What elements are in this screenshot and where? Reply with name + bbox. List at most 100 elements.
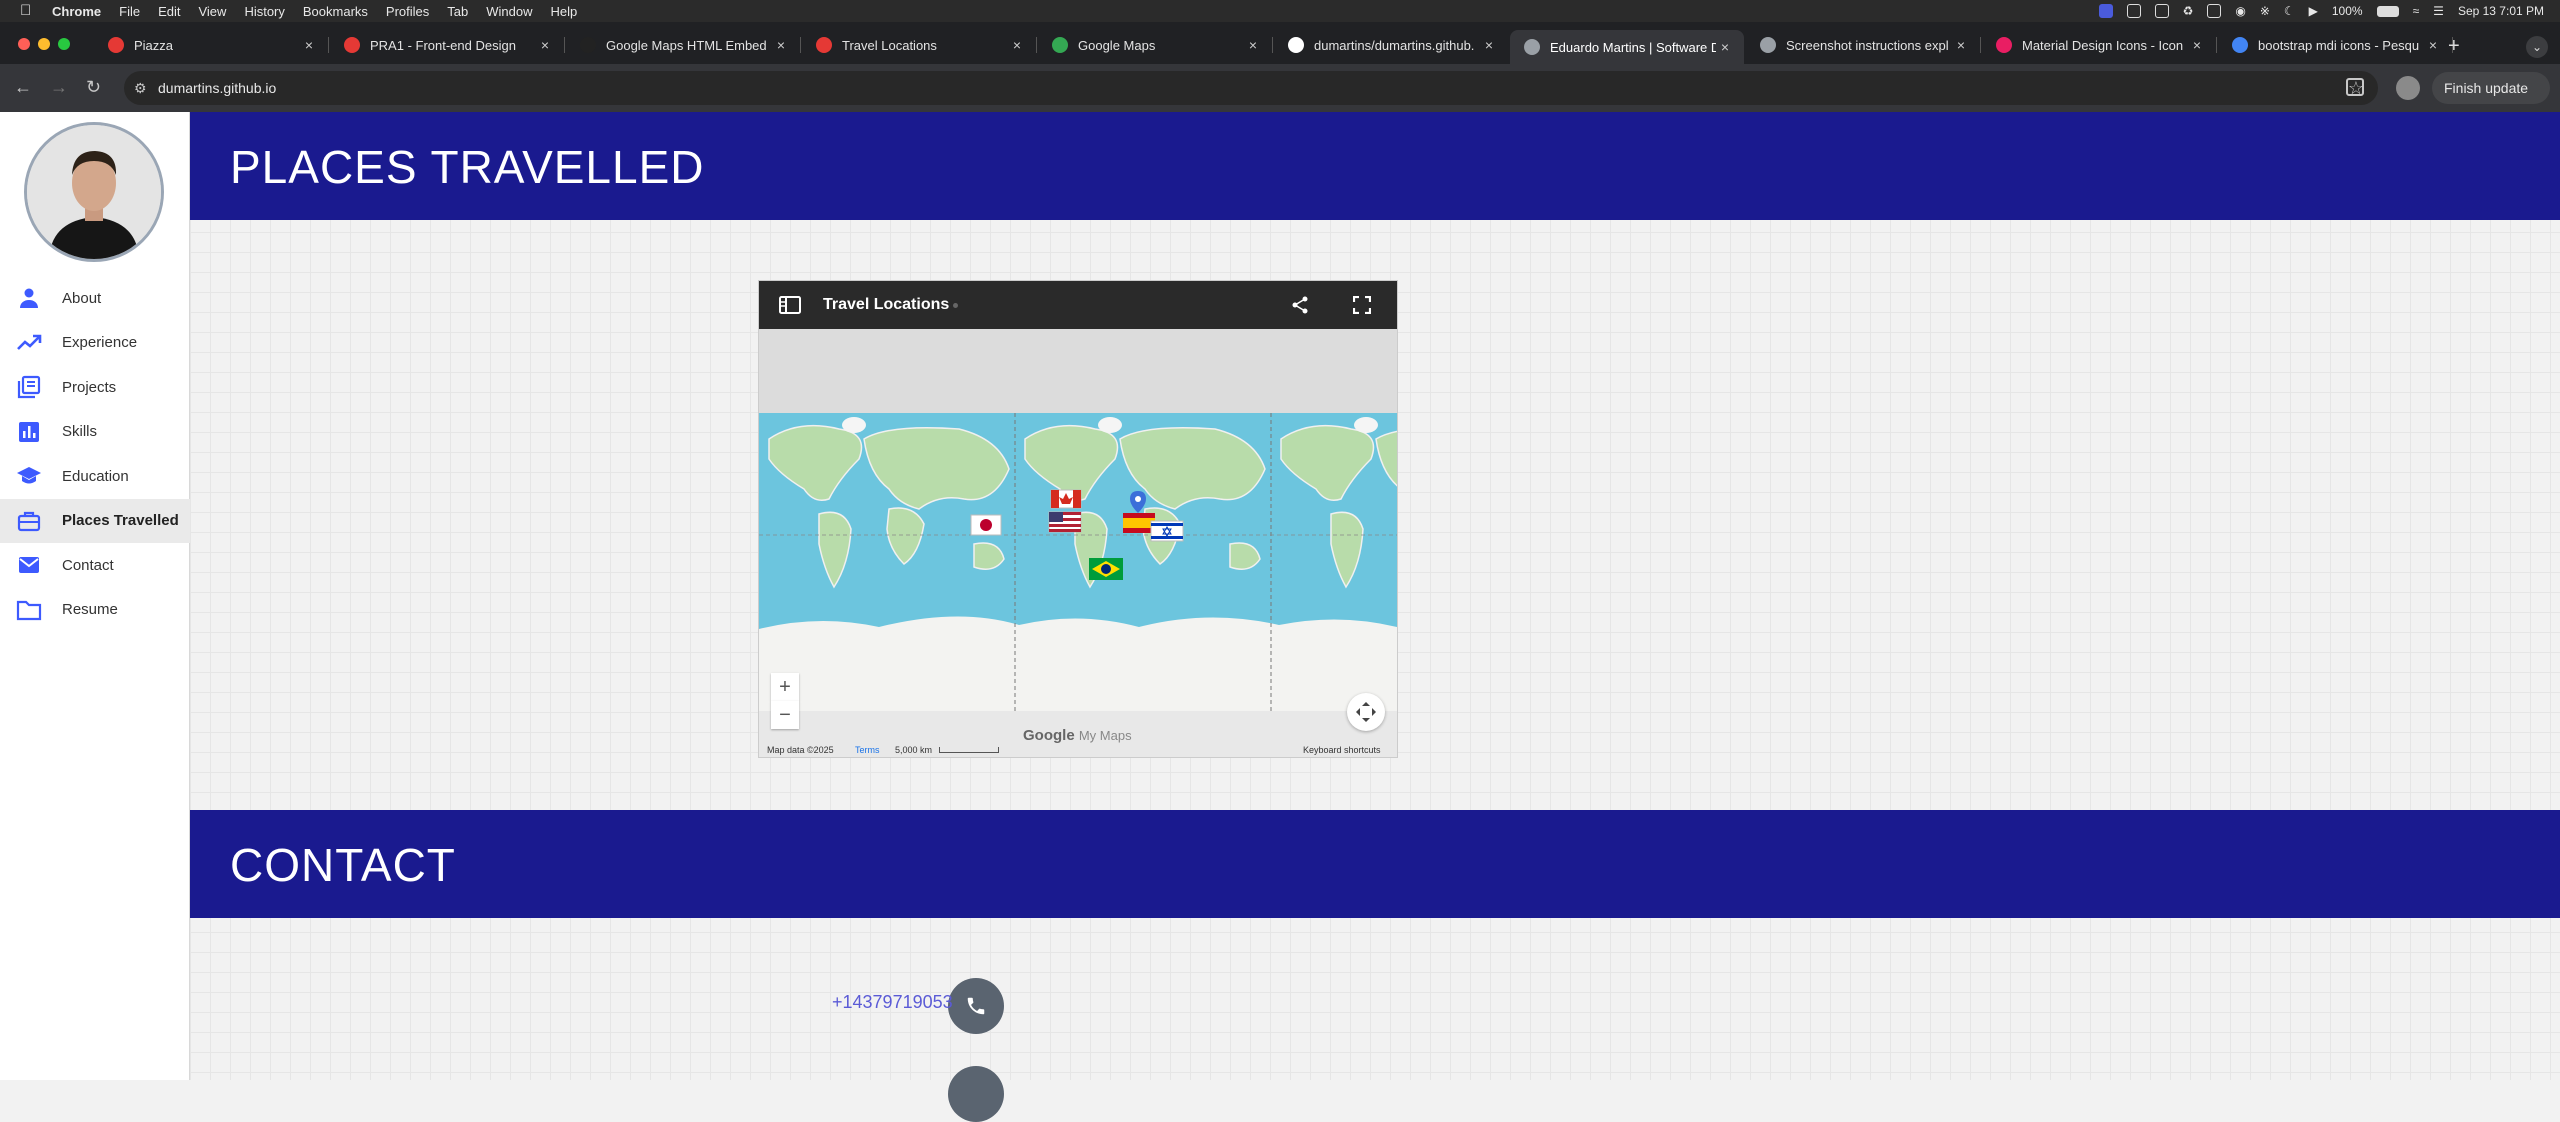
menu-edit[interactable]: Edit — [158, 4, 180, 19]
tab-title: dumartins/dumartins.github. — [1314, 37, 1475, 53]
browser-tab[interactable]: Google Maps HTML Embed × — [566, 30, 801, 60]
browser-tab[interactable]: Screenshot instructions expl × — [1746, 30, 1981, 60]
menu-app-name[interactable]: Chrome — [52, 4, 101, 19]
status-symbol-icon[interactable]: ♻ — [2183, 4, 2194, 18]
airdrop-icon[interactable]: ◉ — [2235, 4, 2245, 18]
tab-close-icon[interactable]: × — [2188, 37, 2206, 53]
browser-tab[interactable]: Google Maps × — [1038, 30, 1273, 60]
marker-spain-flag[interactable] — [1123, 513, 1155, 533]
map-scale-label: 5,000 km — [895, 745, 933, 755]
card-icon[interactable] — [2207, 4, 2222, 18]
minimize-window-button[interactable] — [38, 38, 50, 50]
tab-close-icon[interactable]: × — [1716, 39, 1734, 55]
close-window-button[interactable] — [18, 38, 30, 50]
map-embed[interactable]: Travel Locations + − Google My Maps Map … — [758, 280, 1522, 758]
zoom-out-button[interactable]: − — [771, 701, 799, 729]
browser-tab[interactable]: Piazza × — [94, 30, 329, 60]
back-arrow-icon[interactable]: ← — [14, 78, 32, 96]
browser-tab[interactable]: Eduardo Martins | Software D × — [1510, 30, 1744, 64]
address-bar-url[interactable]: dumartins.github.io — [158, 80, 276, 96]
moon-icon[interactable]: ☾ — [2284, 4, 2295, 18]
clock[interactable]: Sep 13 7:01 PM — [2458, 4, 2544, 18]
recenter-button[interactable] — [1347, 693, 1385, 731]
menu-view[interactable]: View — [198, 4, 226, 19]
tab-close-icon[interactable]: × — [1952, 37, 1970, 53]
marker-japan-flag[interactable] — [970, 514, 1002, 536]
bar-chart-icon — [16, 419, 42, 445]
notion-icon[interactable] — [2154, 4, 2169, 18]
profile-avatar[interactable] — [2396, 76, 2420, 100]
browser-tab[interactable]: Travel Locations × — [802, 30, 1037, 60]
sidebar-item-resume[interactable]: Resume — [0, 588, 190, 632]
menu-profiles[interactable]: Profiles — [386, 4, 429, 19]
tab-favicon-icon — [1524, 39, 1540, 55]
zoom-window-button[interactable] — [58, 38, 70, 50]
menu-tab[interactable]: Tab — [447, 4, 468, 19]
sidebar-item-education[interactable]: Education — [0, 454, 190, 498]
marker-usa-flag[interactable] — [1048, 511, 1082, 533]
map-legend-toggle-icon[interactable] — [779, 296, 801, 314]
bluetooth-icon[interactable]: ※ — [2260, 4, 2270, 18]
menu-window[interactable]: Window — [486, 4, 532, 19]
sidebar-item-contact[interactable]: Contact — [0, 543, 190, 587]
share-icon[interactable] — [1291, 296, 1309, 314]
phone-button[interactable] — [948, 978, 1004, 1034]
marker-israel-flag[interactable] — [1150, 520, 1184, 542]
sidebar-item-projects[interactable]: Projects — [0, 365, 190, 409]
fullscreen-icon[interactable] — [1353, 296, 1371, 314]
browser-tab[interactable]: PRA1 - Front-end Design × — [330, 30, 565, 60]
map-title[interactable]: Travel Locations — [823, 296, 949, 314]
tab-close-icon[interactable]: × — [300, 37, 318, 53]
browser-tab[interactable]: bootstrap mdi icons - Pesqu × — [2218, 30, 2453, 60]
sidebar-item-experience[interactable]: Experience — [0, 321, 190, 365]
person-icon — [16, 285, 42, 311]
wifi-icon[interactable]: ≈ — [2413, 4, 2420, 18]
terms-link[interactable]: Terms — [855, 745, 880, 755]
extensions-icon[interactable] — [2346, 78, 2364, 96]
my-maps-logo-text: My Maps — [1078, 728, 1132, 743]
tab-favicon-icon — [2232, 37, 2248, 53]
control-center-icon[interactable]: ☰ — [2433, 4, 2444, 18]
menu-help[interactable]: Help — [551, 4, 578, 19]
finish-update-button[interactable]: Finish update ⋮ — [2432, 72, 2550, 128]
new-tab-button[interactable]: + — [2448, 36, 2460, 56]
sidebar-item-skills[interactable]: Skills — [0, 410, 190, 454]
second-contact-button[interactable] — [948, 1066, 1004, 1122]
tab-close-icon[interactable]: × — [1244, 37, 1262, 53]
tab-close-icon[interactable]: × — [536, 37, 554, 53]
battery-icon[interactable] — [2376, 5, 2399, 17]
menu-bookmarks[interactable]: Bookmarks — [303, 4, 368, 19]
tab-separator — [564, 37, 565, 53]
play-icon[interactable]: ▶ — [2309, 4, 2318, 18]
tab-close-icon[interactable]: × — [1480, 37, 1498, 53]
address-bar[interactable]: ⚙ dumartins.github.io ☆ — [124, 71, 2378, 105]
site-info-icon[interactable]: ⚙ — [134, 80, 147, 97]
contact-title: CONTACT — [230, 839, 456, 891]
tab-close-icon[interactable]: × — [1008, 37, 1026, 53]
sidebar-item-places-travelled[interactable]: Places Travelled — [0, 498, 190, 543]
keyboard-shortcuts-link[interactable]: Keyboard shortcuts — [1303, 745, 1381, 755]
browser-tab[interactable]: Material Design Icons - Icon × — [1982, 30, 2217, 60]
zoom-in-button[interactable]: + — [771, 673, 799, 701]
zoom-status-icon[interactable] — [2098, 4, 2113, 18]
map-info-icon[interactable] — [953, 303, 958, 308]
marker-brazil-flag[interactable] — [1089, 558, 1123, 580]
apple-menu-icon[interactable]:  — [20, 3, 36, 19]
browser-tab[interactable]: dumartins/dumartins.github. × — [1274, 30, 1508, 60]
menu-file[interactable]: File — [119, 4, 140, 19]
reload-icon[interactable]: ↻ — [86, 78, 101, 96]
tab-close-icon[interactable]: × — [772, 37, 790, 53]
world-map[interactable] — [759, 329, 1522, 711]
marker-canada-flag[interactable] — [1050, 489, 1082, 509]
status-app-icon[interactable] — [2126, 4, 2141, 18]
tab-search-button[interactable]: ⌄ — [2526, 36, 2548, 58]
tab-close-icon[interactable]: × — [2424, 37, 2442, 53]
tab-favicon-icon — [1760, 37, 1776, 53]
map-canvas[interactable] — [759, 329, 1522, 711]
tab-favicon-icon — [1052, 37, 1068, 53]
menu-history[interactable]: History — [244, 4, 284, 19]
phone-link[interactable]: +14379719053 — [832, 992, 953, 1013]
forward-arrow-icon[interactable]: → — [50, 78, 68, 96]
sidebar-item-about[interactable]: About — [0, 276, 190, 320]
map-data-credit: Map data ©2025 — [767, 745, 834, 755]
